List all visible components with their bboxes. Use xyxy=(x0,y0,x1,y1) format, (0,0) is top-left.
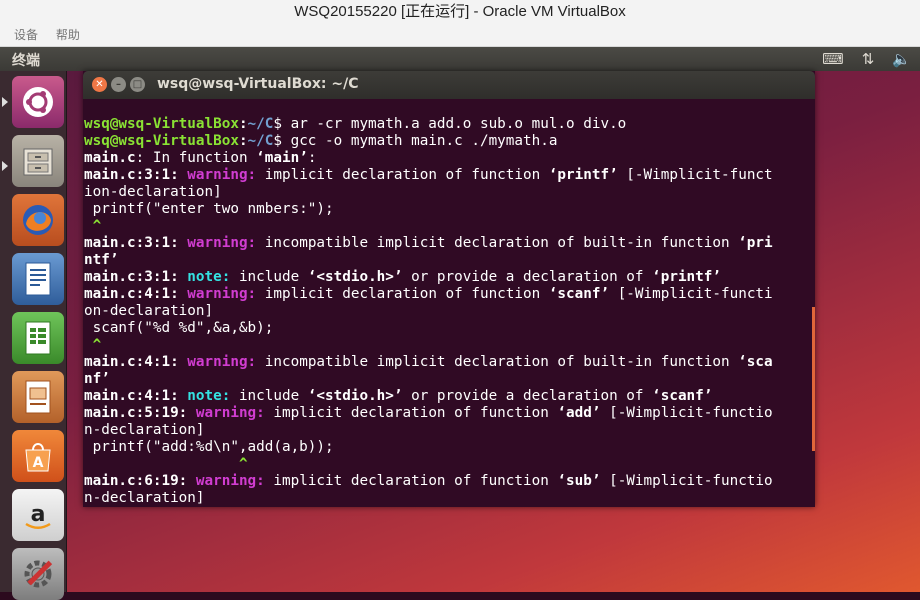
prompt-path: ~/C xyxy=(247,116,274,132)
settings-icon[interactable] xyxy=(12,548,64,600)
menu-devices[interactable]: 设备 xyxy=(14,24,38,46)
svg-text:A: A xyxy=(33,455,44,471)
launcher-active-pip xyxy=(2,97,8,107)
minimize-button[interactable]: – xyxy=(111,77,126,92)
network-icon[interactable]: ⇅ xyxy=(862,50,875,68)
svg-text:a: a xyxy=(31,502,46,527)
ubuntu-icon[interactable] xyxy=(12,76,64,128)
system-tray: ⌨ ⇅ 🔈 xyxy=(813,47,920,71)
prompt-user: wsq@wsq-VirtualBox xyxy=(84,116,239,132)
writer-icon[interactable] xyxy=(12,253,64,305)
launcher-running-pip xyxy=(2,161,8,171)
maximize-button[interactable]: □ xyxy=(130,77,145,92)
keyboard-icon[interactable]: ⌨ xyxy=(822,50,844,68)
terminal-window: ✕ – □ wsq@wsq-VirtualBox: ~/C wsq@wsq-Vi… xyxy=(83,71,815,507)
menu-help[interactable]: 帮助 xyxy=(56,24,80,46)
software-center-icon[interactable]: A xyxy=(12,430,64,482)
calc-icon[interactable] xyxy=(12,312,64,364)
volume-icon[interactable]: 🔈 xyxy=(892,50,911,68)
command-line: ar -cr mymath.a add.o sub.o mul.o div.o xyxy=(281,116,627,132)
close-button[interactable]: ✕ xyxy=(92,77,107,92)
firefox-icon[interactable] xyxy=(12,194,64,246)
files-icon[interactable] xyxy=(12,135,64,187)
ubuntu-top-panel: 终端 ⌨ ⇅ 🔈 xyxy=(0,47,920,71)
panel-app-title: 终端 xyxy=(12,53,40,69)
impress-icon[interactable] xyxy=(12,371,64,423)
terminal-title: wsq@wsq-VirtualBox: ~/C xyxy=(157,76,359,92)
launcher: A a xyxy=(0,71,67,600)
terminal-scrollbar[interactable] xyxy=(812,307,815,451)
vbox-menubar: 设备 帮助 xyxy=(0,24,920,47)
vbox-titlebar: WSQ20155220 [正在运行] - Oracle VM VirtualBo… xyxy=(0,0,920,24)
terminal-titlebar: ✕ – □ wsq@wsq-VirtualBox: ~/C xyxy=(83,71,815,99)
amazon-icon[interactable]: a xyxy=(12,489,64,541)
command-line: gcc -o mymath main.c ./mymath.a xyxy=(281,133,558,149)
terminal-output[interactable]: wsq@wsq-VirtualBox:~/C$ ar -cr mymath.a … xyxy=(84,116,809,507)
